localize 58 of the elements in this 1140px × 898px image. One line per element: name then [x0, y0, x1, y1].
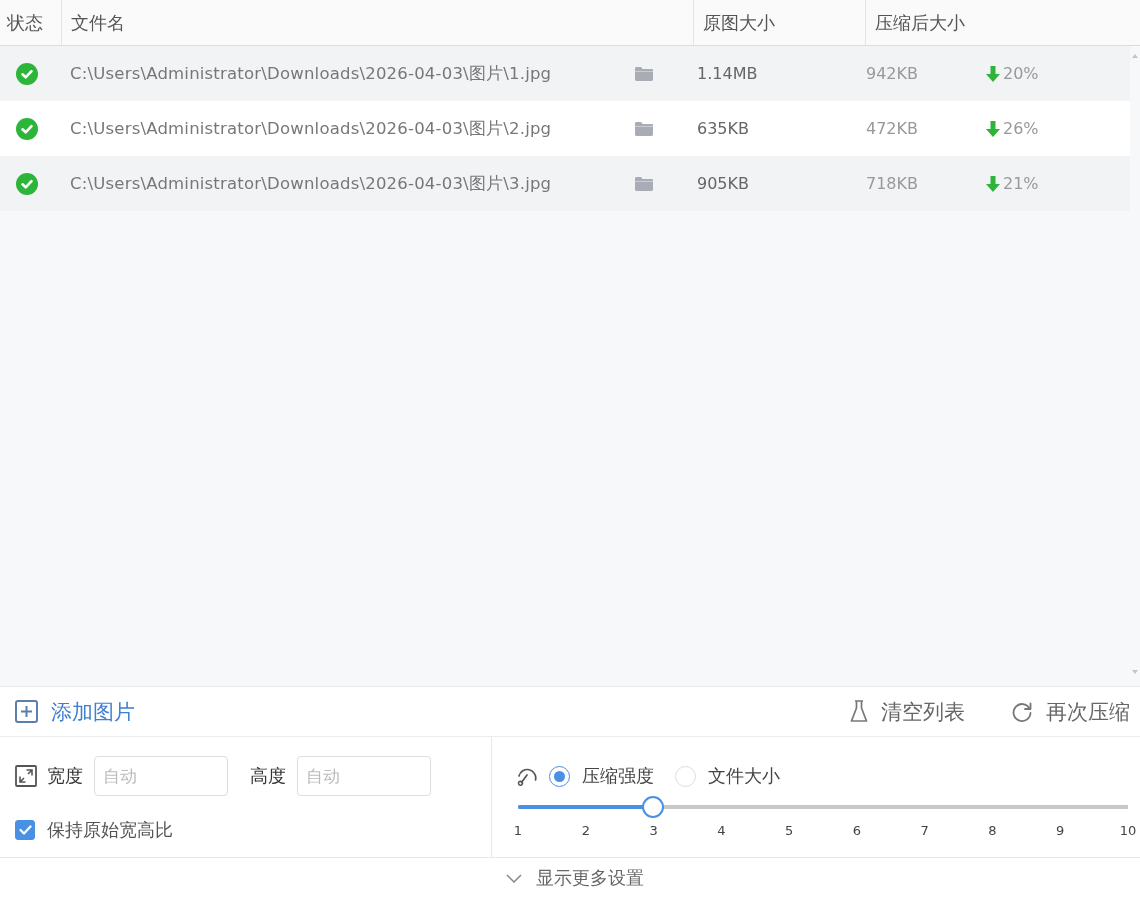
- height-input[interactable]: 自动: [297, 756, 431, 796]
- chevron-down-icon: [506, 873, 522, 883]
- reduction-percent: 26%: [1003, 119, 1039, 138]
- folder-icon[interactable]: [635, 176, 653, 191]
- reduction-percent: 21%: [1003, 174, 1039, 193]
- tick-label: 8: [988, 823, 997, 838]
- tick-label: 6: [852, 823, 861, 838]
- arrow-down-icon: [986, 175, 1000, 192]
- reduction-percent: 20%: [1003, 64, 1039, 83]
- refresh-icon: [1011, 700, 1033, 723]
- radio-label[interactable]: 文件大小: [708, 764, 780, 788]
- plus-square-icon: [15, 700, 38, 723]
- file-path: C:\Users\Administrator\Downloads\2026-04-03\图片\1.jpg: [70, 62, 552, 85]
- folder-icon[interactable]: [635, 121, 653, 136]
- file-path: C:\Users\Administrator\Downloads\2026-04-03\图片\3.jpg: [70, 172, 552, 195]
- more-settings-button[interactable]: 显示更多设置: [506, 866, 644, 890]
- add-image-button[interactable]: 添加图片: [15, 697, 135, 726]
- arrow-down-icon: [986, 65, 1000, 82]
- file-row[interactable]: C:\Users\Administrator\Downloads\2026-04-03\图片\1.jpg 1.14MB 942KB 20%: [0, 46, 1130, 101]
- width-label: 宽度: [47, 764, 83, 788]
- scroll-up-icon[interactable]: [1132, 54, 1138, 58]
- original-size: 1.14MB: [696, 64, 758, 83]
- tick-label: 1: [513, 823, 523, 838]
- tick-label: 10: [1119, 823, 1137, 838]
- compressed-size: 472KB: [865, 119, 918, 138]
- slider-thumb[interactable]: [642, 796, 665, 818]
- arrow-down-icon: [986, 120, 1000, 137]
- clear-list-button[interactable]: 清空列表: [850, 697, 965, 726]
- recompress-button[interactable]: 再次压缩: [1011, 697, 1130, 726]
- radio-label[interactable]: 压缩强度: [582, 764, 654, 788]
- radio-button[interactable]: [549, 765, 570, 787]
- tick-label: 9: [1056, 823, 1065, 838]
- column-header[interactable]: 状态: [0, 0, 61, 45]
- resize-icon: [15, 765, 37, 787]
- column-header[interactable]: 压缩后大小: [865, 0, 1140, 45]
- file-row[interactable]: C:\Users\Administrator\Downloads\2026-04-03\图片\2.jpg 635KB 472KB 26%: [0, 101, 1130, 156]
- folder-icon[interactable]: [635, 66, 653, 81]
- tick-label: 4: [717, 823, 726, 838]
- checkmark-icon: [18, 825, 32, 835]
- compressed-size: 718KB: [865, 174, 918, 193]
- scroll-down-icon[interactable]: [1132, 670, 1138, 674]
- flask-icon: [850, 700, 868, 723]
- height-label: 高度: [250, 764, 286, 788]
- column-header[interactable]: 原图大小: [693, 0, 865, 45]
- width-input[interactable]: 自动: [94, 756, 228, 796]
- gauge-icon: [516, 766, 537, 786]
- original-size: 635KB: [696, 119, 749, 138]
- compressed-size: 942KB: [865, 64, 918, 83]
- file-row[interactable]: C:\Users\Administrator\Downloads\2026-04-03\图片\3.jpg 905KB 718KB 21%: [0, 156, 1130, 211]
- column-header[interactable]: 文件名: [61, 0, 693, 45]
- checkbox-label[interactable]: 保持原始宽高比: [47, 818, 173, 842]
- original-size: 905KB: [696, 174, 749, 193]
- file-path: C:\Users\Administrator\Downloads\2026-04-03\图片\2.jpg: [70, 117, 552, 140]
- checkbox[interactable]: [15, 820, 35, 840]
- tick-label: 3: [649, 823, 658, 838]
- tick-label: 5: [784, 823, 794, 838]
- tick-label: 7: [920, 823, 929, 838]
- tick-label: 2: [581, 823, 590, 838]
